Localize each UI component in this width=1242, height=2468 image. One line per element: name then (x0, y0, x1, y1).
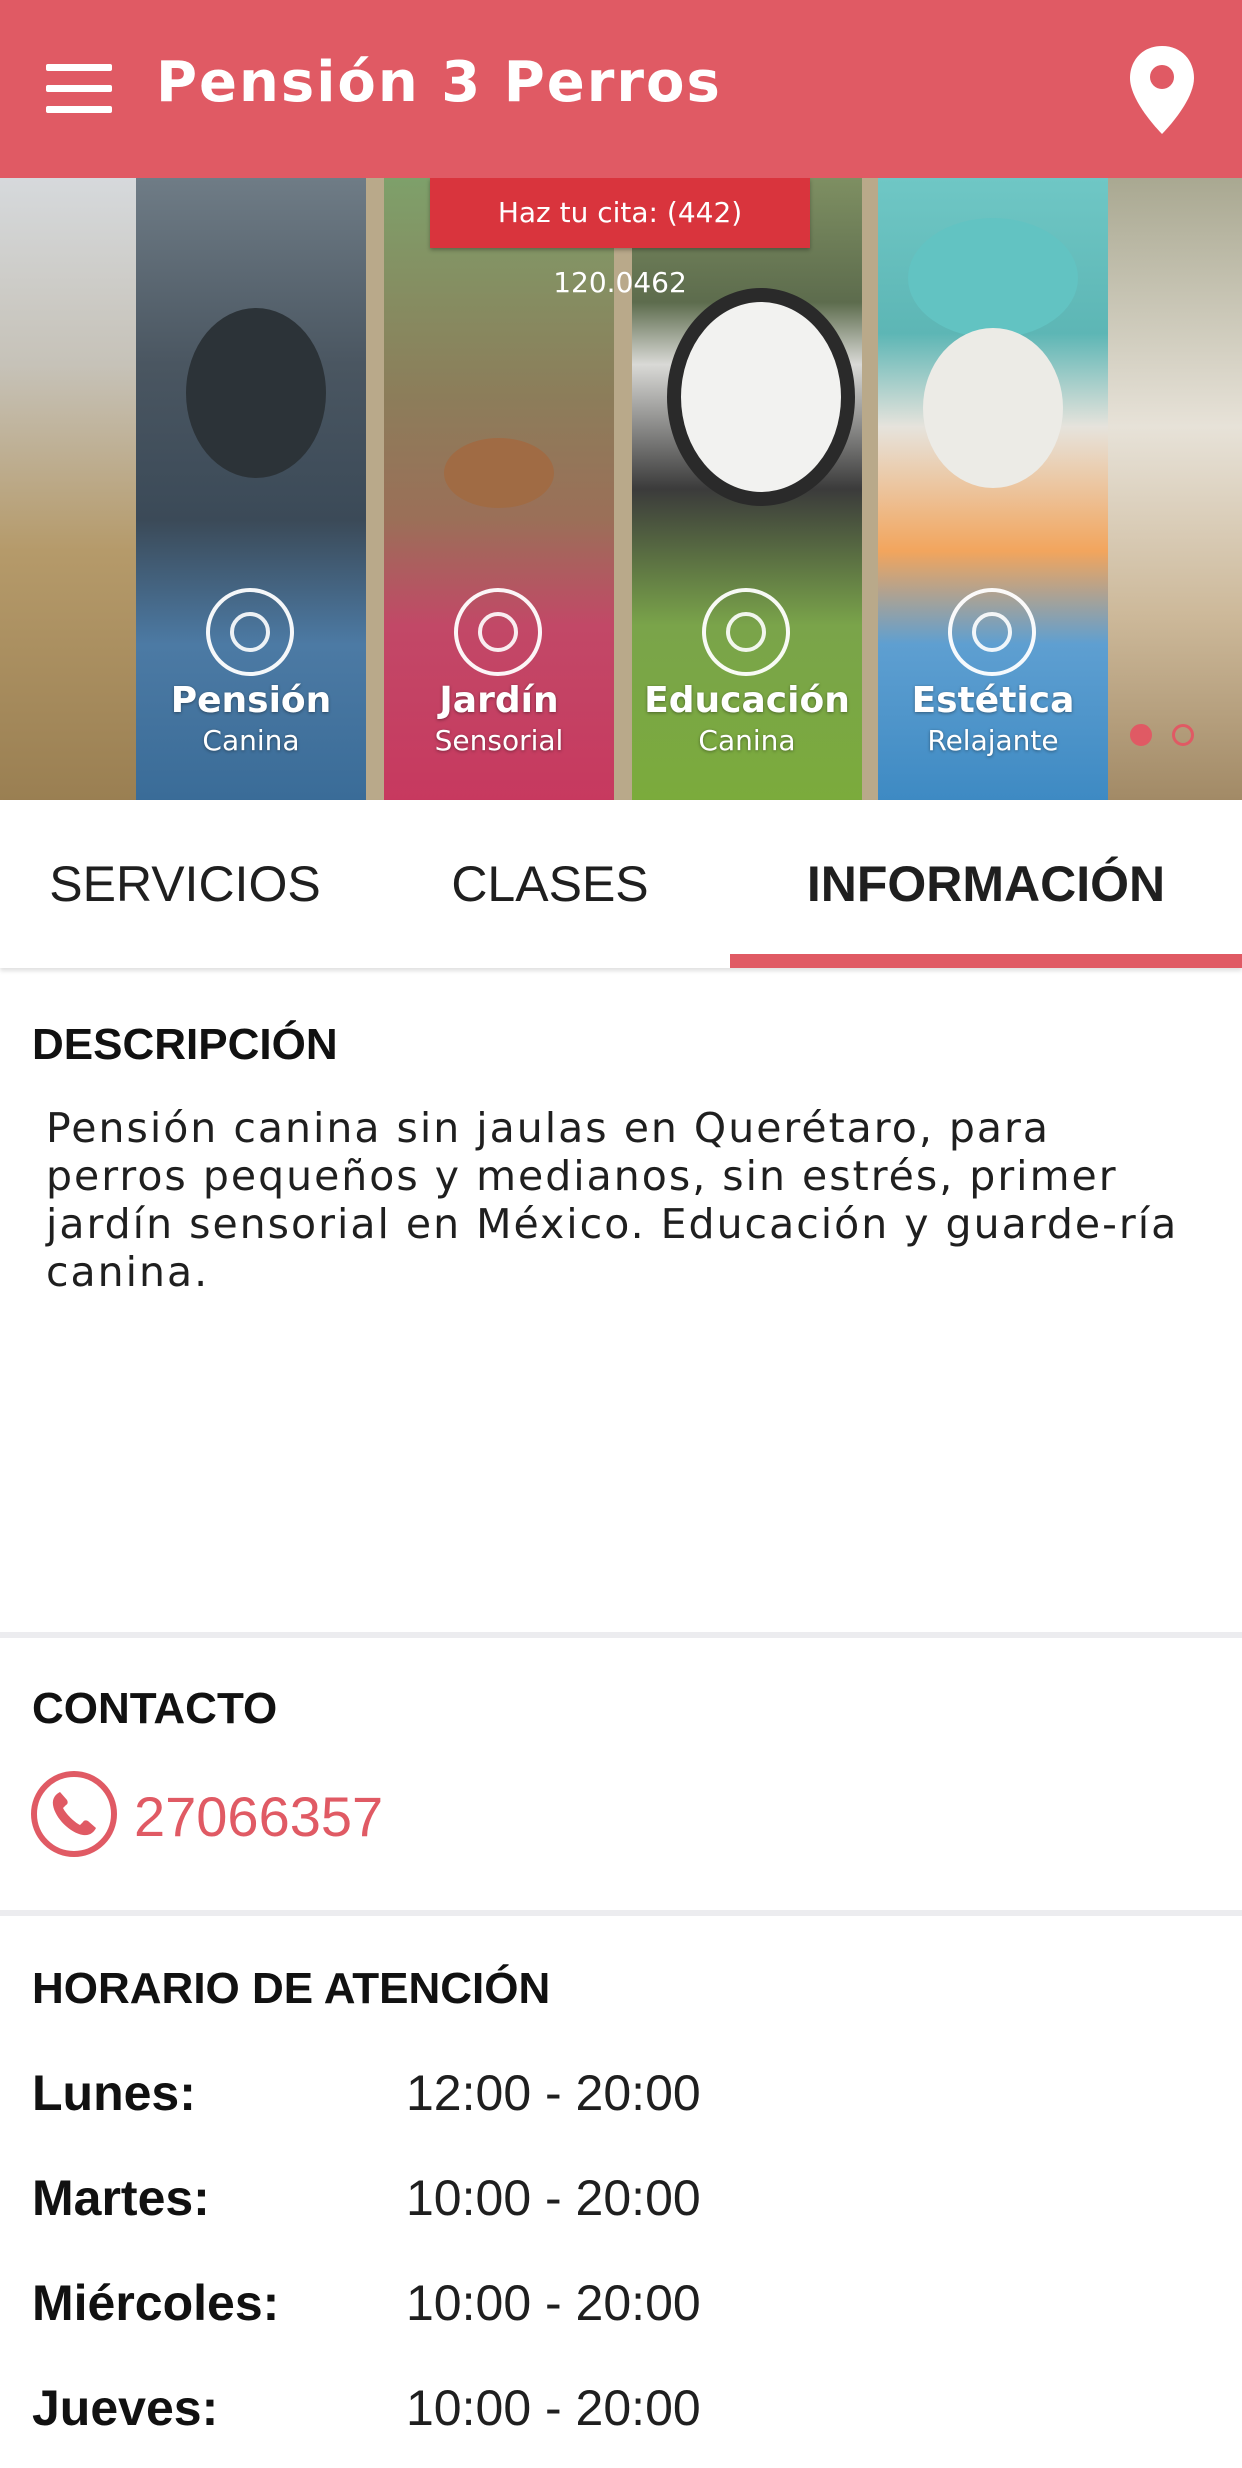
dog-towel (908, 218, 1078, 338)
grooming-icon (948, 588, 1036, 676)
active-tab-indicator (730, 954, 1242, 968)
hero-banner-carousel[interactable]: Pensión Canina Jardín Sensorial Educació… (0, 178, 1242, 800)
app-title: Pensión 3 Perros (156, 50, 722, 115)
hours-row: Miércoles: 10:00 - 20:00 (32, 2274, 1132, 2344)
panel-subtitle: Sensorial (434, 724, 564, 757)
map-pin-icon[interactable] (1122, 40, 1202, 140)
dog-silhouette (923, 328, 1063, 488)
flower-icon (454, 588, 542, 676)
phone-icon (30, 1770, 118, 1858)
hours-day: Miércoles: (32, 2275, 280, 2331)
hours-time: 12:00 - 20:00 (406, 2065, 701, 2121)
dog-silhouette (667, 288, 855, 506)
app-bar: Pensión 3 Perros (0, 0, 1242, 178)
panel-title: Jardín (439, 680, 559, 721)
dog-head-icon (702, 588, 790, 676)
tab-bar: SERVICIOS CLASES INFORMACIÓN (0, 800, 1242, 968)
hours-day: Jueves: (32, 2380, 219, 2436)
hours-heading: HORARIO DE ATENCIÓN (32, 1964, 551, 2013)
hours-time: 10:00 - 20:00 (406, 2380, 701, 2436)
contact-heading: CONTACTO (32, 1684, 278, 1733)
carousel-dot-active[interactable] (1130, 724, 1152, 746)
hours-row: Jueves: 10:00 - 20:00 (32, 2379, 1132, 2449)
tab-clases[interactable]: CLASES (370, 800, 730, 968)
hamburger-menu-icon[interactable] (30, 48, 130, 128)
sleeping-dog-icon (206, 588, 294, 676)
panel-title: Estética (911, 680, 1075, 721)
hours-row: Martes: 10:00 - 20:00 (32, 2169, 1132, 2239)
description-heading: DESCRIPCIÓN (32, 1020, 338, 1069)
banner-background-left (0, 178, 136, 800)
banner-panel-pension: Pensión Canina (136, 178, 366, 800)
hours-time: 10:00 - 20:00 (406, 2170, 701, 2226)
hours-row: Lunes: 12:00 - 20:00 (32, 2064, 1132, 2134)
panel-subtitle: Canina (202, 724, 300, 757)
hours-day: Lunes: (32, 2065, 196, 2121)
panel-title: Educación (644, 680, 850, 721)
description-text: Pensión canina sin jaulas en Querétaro, … (46, 1104, 1179, 1296)
section-divider (0, 1910, 1242, 1916)
banner-panel-estetica: Estética Relajante (878, 178, 1108, 800)
hours-time: 10:00 - 20:00 (406, 2275, 701, 2331)
dog-silhouette (186, 308, 326, 478)
phone-number: 27066357 (134, 1785, 384, 1848)
carousel-dot[interactable] (1172, 724, 1194, 746)
banner-background-right (1108, 178, 1242, 800)
section-divider (0, 1632, 1242, 1638)
panel-title: Pensión (170, 680, 332, 721)
hours-day: Martes: (32, 2170, 210, 2226)
tab-informacion[interactable]: INFORMACIÓN (730, 800, 1242, 968)
dog-silhouette (444, 438, 554, 508)
panel-subtitle: Canina (698, 724, 796, 757)
panel-subtitle: Relajante (927, 724, 1059, 757)
tab-servicios[interactable]: SERVICIOS (0, 800, 370, 968)
appointment-banner-text: Haz tu cita: (442) 120.0462 (430, 178, 810, 299)
